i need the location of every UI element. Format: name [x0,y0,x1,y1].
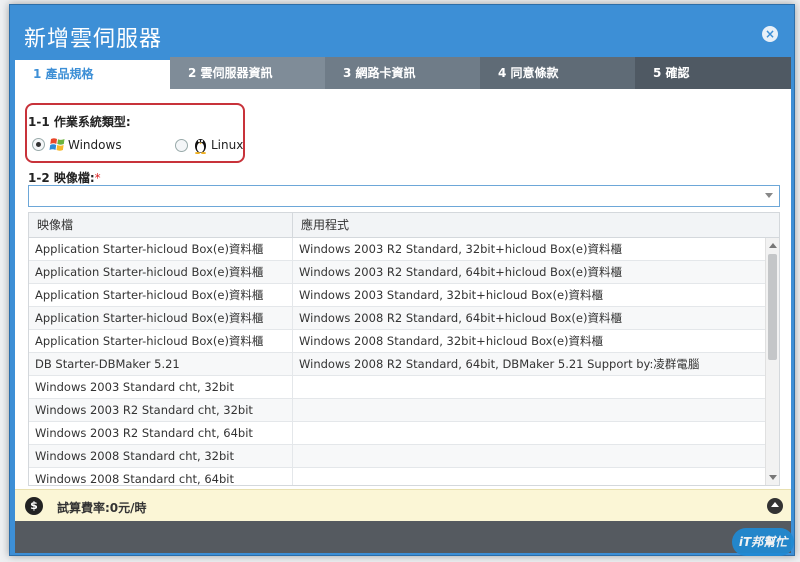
cell-image: Windows 2003 Standard cht, 32bit [29,376,293,398]
required-mark: * [94,171,101,185]
scroll-thumb[interactable] [768,254,777,360]
radio-windows[interactable] [32,138,45,151]
grid-rows: Application Starter-hicloud Box(e)資料櫃 Win… [29,238,765,485]
scroll-down-icon[interactable] [769,475,777,480]
table-row[interactable]: Windows 2008 Standard cht, 64bit [29,468,765,485]
cell-image: Application Starter-hicloud Box(e)資料櫃 [29,261,293,283]
cell-image: Windows 2008 Standard cht, 64bit [29,468,293,485]
os-option-windows[interactable]: Windows [32,136,122,153]
table-row[interactable]: Application Starter-hicloud Box(e)資料櫃 Win… [29,238,765,261]
grid-header: 映像檔 應用程式 [29,213,779,238]
cell-image: Windows 2008 Standard cht, 32bit [29,445,293,467]
cell-application: Windows 2008 R2 Standard, 64bit, DBMaker… [299,357,700,371]
wizard-tabs: 1 產品規格 2 雲伺服器資訊 3 網路卡資訊 4 同意條款 5 確認 [15,57,791,89]
close-icon[interactable]: × [762,26,778,42]
os-type-label: 1-1 作業系統類型: [28,115,131,129]
table-row[interactable]: Windows 2008 Standard cht, 32bit [29,445,765,468]
cell-image: Application Starter-hicloud Box(e)資料櫃 [29,330,293,352]
radio-linux[interactable] [175,138,188,152]
new-cloud-server-dialog: 新增雲伺服器 × 1 產品規格 2 雲伺服器資訊 3 網路卡資訊 4 同意條款 … [9,4,795,556]
cell-image: Application Starter-hicloud Box(e)資料櫃 [29,238,293,260]
tab-nic-info[interactable]: 3 網路卡資訊 [325,57,480,89]
table-row[interactable]: Windows 2003 Standard cht, 32bit [29,376,765,399]
column-header-application[interactable]: 應用程式 [293,213,779,237]
table-row[interactable]: Windows 2003 R2 Standard cht, 32bit [29,399,765,422]
dollar-icon: $ [25,497,43,515]
cell-image: Application Starter-hicloud Box(e)資料櫃 [29,307,293,329]
tux-icon [195,139,206,154]
dialog-body: 1 產品規格 2 雲伺服器資訊 3 網路卡資訊 4 同意條款 5 確認 1-1 … [15,57,791,521]
cell-application: Windows 2003 Standard, 32bit+hicloud Box… [299,288,604,302]
image-select[interactable] [28,185,780,207]
ithome-watermark-logo: iT邦幫忙 [732,528,794,556]
image-label-text: 1-2 映像檔: [28,171,95,185]
linux-label: Linux [211,138,244,152]
cell-application: Windows 2003 R2 Standard, 32bit+hicloud … [299,242,622,256]
cell-image: DB Starter-DBMaker 5.21 [29,353,293,375]
cell-application [293,445,765,467]
image-grid: 映像檔 應用程式 Application Starter-hicloud Box… [28,212,780,486]
chevron-up-icon[interactable] [767,498,783,514]
os-highlight-box [25,103,245,163]
windows-icon [49,138,65,151]
table-row[interactable]: Application Starter-hicloud Box(e)資料櫃 Win… [29,284,765,307]
dialog-title: 新增雲伺服器 [24,27,163,52]
grid-scrollbar[interactable] [765,238,779,485]
table-row[interactable]: Application Starter-hicloud Box(e)資料櫃 Win… [29,261,765,284]
cell-image: Windows 2003 R2 Standard cht, 32bit [29,399,293,421]
table-row[interactable]: Windows 2003 R2 Standard cht, 64bit [29,422,765,445]
cell-image: Application Starter-hicloud Box(e)資料櫃 [29,284,293,306]
cell-application [293,399,765,421]
tab-confirm[interactable]: 5 確認 [635,57,791,89]
cell-application: Windows 2008 Standard, 32bit+hicloud Box… [299,334,604,348]
tab-product-spec[interactable]: 1 產品規格 [15,57,170,89]
table-row[interactable]: DB Starter-DBMaker 5.21 Windows 2008 R2 S… [29,353,765,376]
os-option-linux[interactable]: Linux [175,136,243,154]
image-label: 1-2 映像檔:* [28,169,101,186]
cell-image: Windows 2003 R2 Standard cht, 64bit [29,422,293,444]
tab-terms[interactable]: 4 同意條款 [480,57,635,89]
cost-estimate: 試算費率:0元/時 [57,501,147,515]
table-row[interactable]: Application Starter-hicloud Box(e)資料櫃 Win… [29,307,765,330]
cell-application [293,422,765,444]
cell-application: Windows 2008 R2 Standard, 64bit+hicloud … [299,311,622,325]
cost-footer: $ 試算費率:0元/時 [15,489,791,521]
table-row[interactable]: Application Starter-hicloud Box(e)資料櫃 Win… [29,330,765,353]
tab-server-info[interactable]: 2 雲伺服器資訊 [170,57,325,89]
dialog-bottom-bar [15,521,791,553]
chevron-down-icon[interactable] [765,193,773,198]
cell-application: Windows 2003 R2 Standard, 64bit+hicloud … [299,265,622,279]
cell-application [293,376,765,398]
column-header-image[interactable]: 映像檔 [29,213,293,237]
scroll-up-icon[interactable] [769,243,777,248]
windows-label: Windows [68,137,122,152]
cell-application [293,468,765,485]
